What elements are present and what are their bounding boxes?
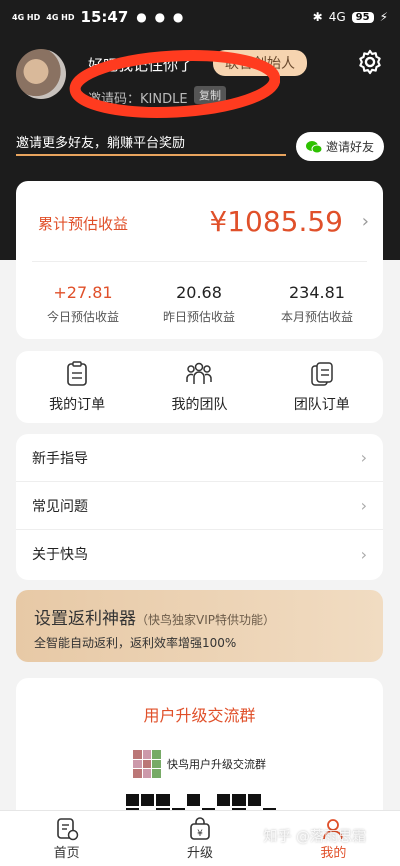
rebate-subtitle: （快鸟独家VIP特供功能） [136, 613, 275, 627]
menu-item-guide[interactable]: 新手指导 › [16, 434, 383, 482]
menu-item-label: 新手指导 [32, 450, 88, 467]
wechat-icon [305, 140, 322, 153]
home-icon [56, 818, 78, 841]
menu-item-label: 常见问题 [32, 498, 88, 515]
group-name: 快鸟用户升级交流群 [167, 758, 266, 771]
signal-icon: 4G [328, 10, 346, 24]
chevron-right-icon: › [360, 448, 367, 467]
total-earnings-label: 累计预估收益 [38, 215, 129, 233]
username: 好吧我记住你了 [88, 56, 194, 74]
watermark: 知乎 @落雨思霜 [263, 829, 366, 845]
tab-home-label: 首页 [53, 846, 80, 861]
notification-icons: ● ● ● [136, 10, 186, 24]
tab-upgrade[interactable]: ¥ 升级 [133, 811, 266, 866]
stat-today: +27.81 今日预估收益 [28, 283, 138, 325]
invite-code: 邀请码：KINDLE [88, 92, 188, 107]
menu-item-label: 关于快鸟 [32, 547, 88, 563]
team-orders-icon [311, 362, 333, 386]
total-earnings-value: ¥1085.59 [209, 205, 343, 238]
signal-2: 4G HD [46, 12, 75, 22]
stat-yesterday: 20.68 昨日预估收益 [144, 283, 254, 325]
clock: 15:47 [80, 8, 129, 26]
team-icon [186, 362, 213, 384]
stat-yesterday-value: 20.68 [176, 283, 222, 302]
signal-1: 4G HD [12, 12, 41, 22]
team-orders-button[interactable]: 团队订单 [261, 351, 383, 423]
battery-icon: 95 [351, 11, 374, 23]
stat-today-label: 今日预估收益 [46, 310, 119, 324]
quick-actions: 我的订单 我的团队 团队订单 [16, 351, 383, 423]
upgrade-bag-icon: ¥ [190, 817, 210, 840]
my-team-button[interactable]: 我的团队 [138, 351, 260, 423]
tab-home[interactable]: 首页 [0, 811, 133, 866]
svg-text:¥: ¥ [197, 829, 203, 839]
invite-friends-button[interactable]: 邀请好友 [295, 132, 384, 161]
promo-underline [16, 154, 286, 156]
stat-month-value: 234.81 [289, 283, 345, 302]
copy-button[interactable]: 复制 [194, 86, 226, 104]
menu-item-faq[interactable]: 常见问题 › [16, 482, 383, 530]
group-info: 快鸟用户升级交流群 [16, 750, 383, 778]
rebate-title: 设置返利神器（快鸟独家VIP特供功能） [34, 604, 275, 629]
charging-icon: ⚡ [379, 10, 388, 24]
menu-list: 新手指导 › 常见问题 › 关于快鸟 › [16, 434, 383, 580]
team-orders-label: 团队订单 [293, 397, 350, 413]
chevron-right-icon: › [361, 211, 369, 232]
gear-icon[interactable] [356, 48, 384, 76]
rebate-tool-banner[interactable]: 设置返利神器（快鸟独家VIP特供功能） 全智能自动返利，返利效率增强100% [16, 590, 383, 662]
stat-month-label: 本月预估收益 [280, 310, 353, 324]
my-orders-button[interactable]: 我的订单 [16, 351, 138, 423]
group-avatar [133, 750, 161, 778]
status-bar: 4G HD 4G HD 15:47 ● ● ● ✱ 4G 95 ⚡ [0, 0, 400, 34]
invite-friends-label: 邀请好友 [325, 140, 374, 154]
divider [32, 261, 367, 262]
my-orders-label: 我的订单 [49, 397, 106, 413]
clipboard-icon [67, 361, 87, 386]
earnings-card[interactable]: 累计预估收益 ¥1085.59 › +27.81 今日预估收益 20.68 昨日… [16, 181, 383, 339]
rebate-description: 全智能自动返利，返利效率增强100% [34, 636, 237, 650]
promo-text: 邀请更多好友，躺赚平台奖励 [16, 136, 186, 151]
rebate-title-text: 设置返利神器 [34, 609, 136, 629]
avatar[interactable] [16, 49, 66, 99]
bluetooth-icon: ✱ [312, 10, 323, 24]
tab-upgrade-label: 升级 [186, 846, 213, 861]
founder-badge: 联合创始人 [213, 50, 307, 76]
group-title: 用户升级交流群 [143, 706, 256, 725]
my-team-label: 我的团队 [171, 397, 228, 413]
menu-item-about[interactable]: 关于快鸟 › [16, 530, 383, 578]
stat-yesterday-label: 昨日预估收益 [162, 310, 235, 324]
chevron-right-icon: › [360, 496, 367, 515]
chevron-right-icon: › [360, 544, 367, 564]
stat-today-value: +27.81 [53, 283, 113, 302]
stat-month: 234.81 本月预估收益 [262, 283, 372, 325]
